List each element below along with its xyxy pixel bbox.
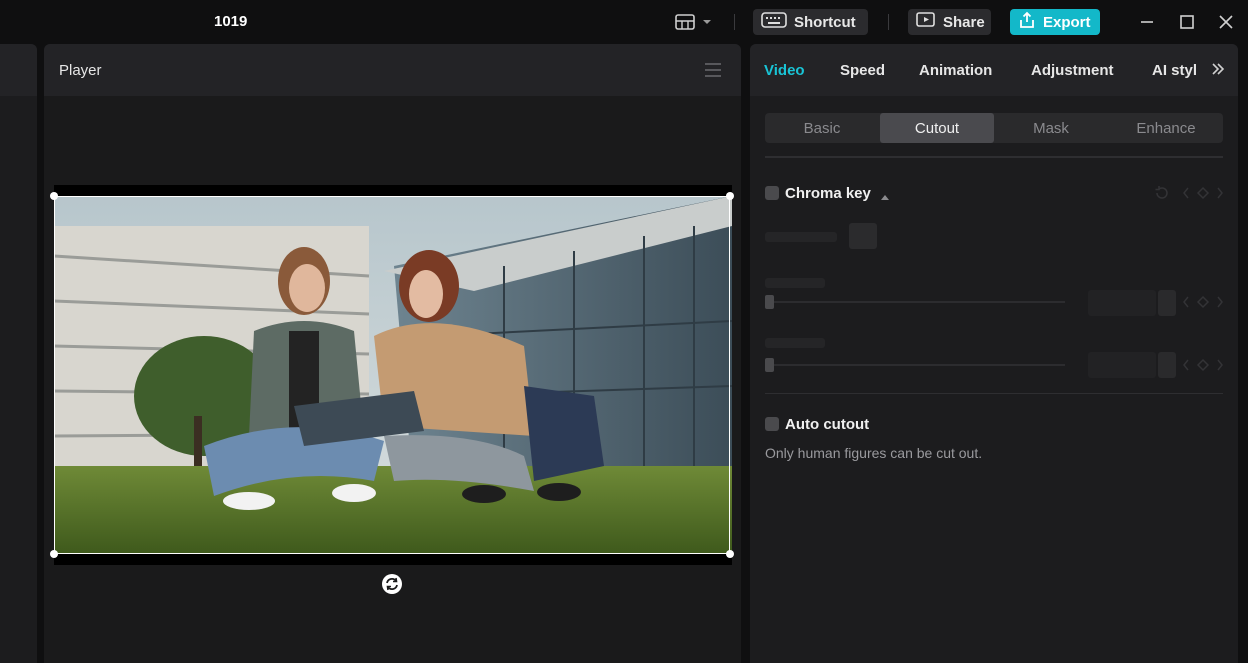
- export-label: Export: [1043, 13, 1091, 31]
- divider: [765, 156, 1223, 158]
- inspector-panel: Video Speed Animation Adjustment AI styl…: [750, 44, 1238, 663]
- auto-cutout-note: Only human figures can be cut out.: [765, 445, 983, 461]
- upload-icon: [1018, 11, 1036, 33]
- caret-up-icon[interactable]: [880, 188, 890, 206]
- shadow-input: [1088, 352, 1156, 378]
- cutout-subtabs: Basic Cutout Mask Enhance: [765, 113, 1223, 143]
- chroma-key-checkbox[interactable]: [765, 186, 779, 200]
- tab-ai-style[interactable]: AI styl: [1152, 62, 1202, 79]
- tab-speed[interactable]: Speed: [840, 62, 885, 79]
- export-button[interactable]: Export: [1010, 9, 1100, 35]
- layout-icon[interactable]: [673, 12, 715, 32]
- keyboard-icon: [761, 11, 787, 33]
- player-title: Player: [59, 62, 102, 79]
- shadow-stepper: [1158, 352, 1176, 378]
- chevron-double-right-icon[interactable]: [1210, 61, 1226, 82]
- share-video-icon: [916, 11, 936, 33]
- selection-box[interactable]: [54, 196, 730, 554]
- subtab-enhance[interactable]: Enhance: [1109, 113, 1223, 143]
- resize-handle-top-right[interactable]: [726, 192, 734, 200]
- media-panel: [0, 44, 37, 663]
- player-header: Player: [44, 44, 741, 96]
- auto-cutout-title: Auto cutout: [785, 416, 870, 433]
- subtab-mask[interactable]: Mask: [994, 113, 1108, 143]
- auto-cutout-checkbox[interactable]: [765, 417, 779, 431]
- share-label: Share: [943, 13, 985, 31]
- close-icon[interactable]: [1216, 12, 1236, 32]
- color-picker-swatch: [849, 223, 877, 249]
- resize-handle-top-left[interactable]: [50, 192, 58, 200]
- keyframe-nav-icon: [1182, 186, 1224, 205]
- shadow-slider: [765, 364, 1065, 366]
- title-bar: 1019 Shortcut Share Export: [0, 0, 1248, 44]
- media-panel-header: [0, 44, 37, 96]
- tab-animation[interactable]: Animation: [919, 62, 992, 79]
- divider: [765, 393, 1223, 394]
- tab-adjustment[interactable]: Adjustment: [1031, 62, 1114, 79]
- intensity-slider: [765, 301, 1065, 303]
- shortcut-label: Shortcut: [794, 13, 856, 31]
- intensity-stepper: [1158, 290, 1176, 316]
- keyframe-nav-icon: [1182, 295, 1224, 314]
- chroma-key-title: Chroma key: [785, 185, 871, 202]
- shortcut-button[interactable]: Shortcut: [753, 9, 868, 35]
- intensity-label: [765, 276, 825, 291]
- subtab-basic[interactable]: Basic: [765, 113, 879, 143]
- keyframe-nav-icon: [1182, 358, 1224, 377]
- inspector-tabs: Video Speed Animation Adjustment AI styl: [750, 44, 1238, 96]
- player-panel: Player: [44, 44, 741, 663]
- shadow-slider-knob: [765, 358, 774, 372]
- intensity-input: [1088, 290, 1156, 316]
- divider: [888, 14, 889, 30]
- project-title: 1019: [214, 13, 248, 30]
- share-button[interactable]: Share: [908, 9, 991, 35]
- resize-handle-bottom-right[interactable]: [726, 550, 734, 558]
- resize-handle-bottom-left[interactable]: [50, 550, 58, 558]
- shadow-label: [765, 336, 825, 351]
- subtab-cutout[interactable]: Cutout: [880, 113, 994, 143]
- divider: [734, 14, 735, 30]
- rotate-icon[interactable]: [381, 573, 403, 600]
- color-picker-label: [765, 230, 837, 245]
- tab-video[interactable]: Video: [764, 62, 805, 79]
- reset-icon: [1154, 185, 1170, 206]
- intensity-slider-knob: [765, 295, 774, 309]
- minimize-icon[interactable]: [1137, 12, 1157, 32]
- maximize-icon[interactable]: [1177, 12, 1197, 32]
- menu-icon[interactable]: [705, 63, 721, 82]
